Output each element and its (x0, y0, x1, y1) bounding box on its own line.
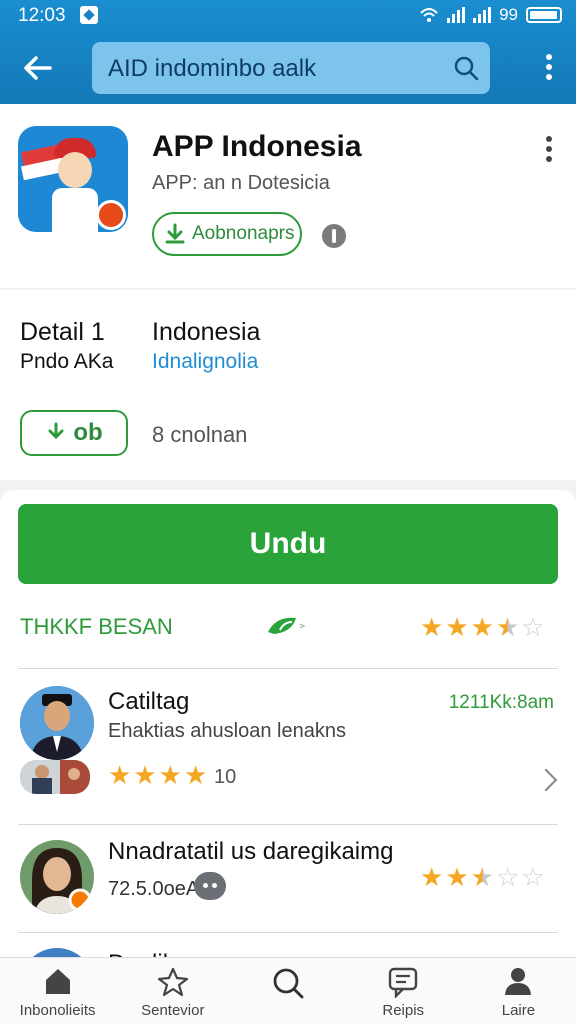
review-like-count: 10 (214, 766, 237, 788)
install-button[interactable]: Aobnonaprs (152, 212, 302, 256)
review-meta: 72.5.0oeA (108, 878, 200, 900)
overall-rating-stars: ★ ★ ★ ★ ☆ (420, 612, 545, 642)
back-arrow-icon[interactable] (18, 48, 58, 88)
app-icon (18, 126, 128, 232)
home-icon (45, 969, 70, 994)
reviewer-name: Nnadratatil us daregikaimg (108, 838, 394, 865)
rating-label: THKKF BESAN (20, 614, 173, 639)
divider (18, 932, 558, 933)
battery-icon (526, 7, 562, 23)
app-bar: 12:03 99 (0, 0, 576, 104)
battery-text: 99 (499, 5, 518, 24)
bottom-nav: Inbonolieits Sentevior Reipis Laire (0, 957, 576, 1024)
review-item[interactable]: Catiltag Ehaktias ahusloan lenakns 1211K… (0, 680, 576, 820)
info-icon[interactable] (322, 224, 346, 248)
download-icon (165, 223, 185, 244)
download-count: 8 cnolnan (152, 422, 248, 447)
search-input[interactable] (106, 50, 440, 88)
app-menu-icon[interactable] (544, 136, 554, 164)
status-icons: 99 (419, 5, 562, 25)
review-text: Ehaktias ahusloan lenakns (108, 720, 346, 742)
nav-label: Sentevior (141, 1002, 205, 1019)
status-bar: 12:03 99 (0, 0, 576, 32)
notification-icon (80, 6, 98, 24)
primary-download-button[interactable]: Undu (18, 504, 558, 584)
avatar (20, 686, 94, 760)
reviewer-name: Catiltag (108, 688, 190, 715)
download-button-label: ob (73, 419, 103, 446)
divider (18, 668, 558, 669)
search-bar[interactable] (92, 42, 490, 94)
signal-icon (447, 7, 466, 23)
review-item[interactable]: Nnadratatil us daregikaimg 72.5.0oeA ★ ★ ★… (0, 836, 576, 936)
search-icon (273, 968, 304, 999)
nav-item-search[interactable] (230, 958, 345, 1024)
nav-label: Laire (501, 1002, 536, 1019)
detail-sub-label: Pndo AKa (20, 350, 114, 373)
install-button-label: Aobnonaprs (192, 223, 295, 244)
search-icon[interactable] (452, 54, 480, 82)
review-thumbnails[interactable] (20, 760, 90, 794)
wifi-icon (420, 8, 438, 22)
leaf-icon (268, 617, 306, 634)
chevron-right-icon[interactable] (534, 768, 558, 792)
detail-link[interactable]: Idnalignolia (152, 350, 258, 374)
signal-icon-2 (473, 7, 492, 23)
details-card: Detail 1 Pndo AKa Indonesia Idnalignolia… (0, 290, 576, 480)
download-icon (48, 422, 64, 440)
review-time: 1211Kk:8am (448, 692, 554, 713)
overflow-menu-icon[interactable] (544, 54, 554, 82)
nav-item-home[interactable]: Inbonolieits (0, 958, 115, 1024)
star-icon (157, 967, 188, 997)
chat-icon (389, 967, 418, 998)
status-time: 12:03 (18, 5, 66, 26)
app-subtitle: APP: an n Dotesicia (152, 172, 330, 194)
review-stars: ★ ★ ★ ☆ ☆ (420, 862, 545, 892)
chat-badge-icon[interactable] (194, 872, 226, 900)
detail-label: Detail 1 (20, 318, 105, 346)
nav-label: Reipis (382, 1002, 425, 1019)
divider (18, 824, 558, 825)
app-header-card: APP Indonesia APP: an n Dotesicia Aobnon… (0, 104, 576, 288)
app-title: APP Indonesia (152, 130, 362, 163)
app-badge-icon (96, 200, 126, 230)
nav-item-favorites[interactable]: Sentevior (115, 958, 230, 1024)
nav-item-messages[interactable]: Reipis (346, 958, 461, 1024)
review-stars: ★ ★ ★ ★ (108, 760, 208, 790)
main-card: Undu THKKF BESAN ★ ★ ★ ★ ☆ Catiltag Ehaktias… (0, 490, 576, 962)
nav-label: Inbonolieits (19, 1002, 96, 1019)
nav-item-profile[interactable]: Laire (461, 958, 576, 1024)
download-button[interactable]: ob (20, 410, 128, 456)
profile-icon (505, 968, 532, 995)
avatar (20, 840, 94, 914)
detail-value: Indonesia (152, 318, 261, 346)
